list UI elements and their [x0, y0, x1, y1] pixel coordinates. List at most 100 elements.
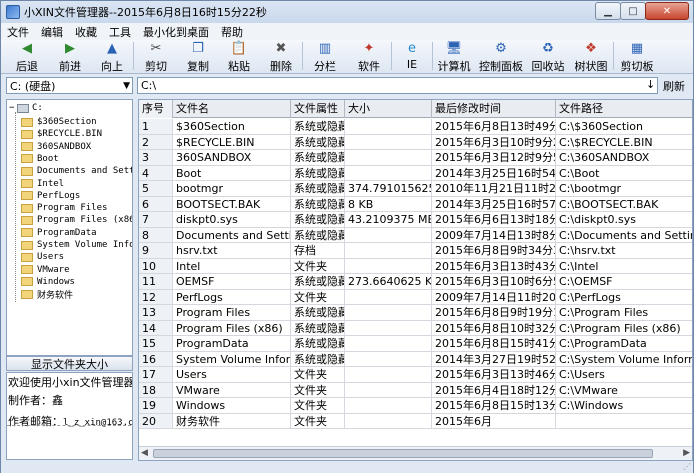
cell-path: C:\OEMSF	[556, 274, 692, 290]
cell-attribute: 系统或隐藏	[291, 274, 345, 290]
toolbar-button-tree-view[interactable]: ❖ 树状图	[569, 40, 613, 73]
tree-item[interactable]: ProgramData	[21, 227, 97, 239]
toolbar-button-forward-arrow[interactable]: ▶ 前进	[49, 40, 91, 73]
tree-item[interactable]: PerfLogs	[21, 190, 80, 202]
toolbar-button-clipboard[interactable]: ▦ 剪切板	[614, 40, 660, 73]
cell-modified: 2015年6月3日10时6分55秒	[432, 274, 556, 290]
file-grid[interactable]: 序号 文件名 文件属性 大小 最后修改时间 文件路径 1 $360Section 系…	[138, 99, 693, 461]
tree-item[interactable]: Program Files	[21, 202, 107, 214]
menu-help[interactable]: 帮助	[215, 24, 249, 40]
toolbar-button-paste[interactable]: 📋 粘贴	[218, 40, 260, 73]
column-header-number[interactable]: 序号	[139, 100, 173, 118]
tree-item[interactable]: Boot	[21, 153, 59, 165]
tree-item[interactable]: Program Files (x86)	[21, 214, 132, 226]
menu-edit[interactable]: 编辑	[35, 24, 69, 40]
tree-item[interactable]: Windows	[21, 276, 75, 288]
table-row[interactable]: 14 Program Files (x86) 系统或隐藏 2015年6月8日10时32…	[139, 320, 692, 336]
tree-item[interactable]: 360SANDBOX	[21, 141, 91, 153]
menu-minimize-to-desktop[interactable]: 最小化到桌面	[137, 24, 215, 40]
table-row[interactable]: 19Windows文件夹 2015年6月8日15时13分51秒C:\Windows	[139, 398, 692, 414]
horizontal-scrollbar[interactable]: ◀ ▶	[139, 446, 692, 460]
cell-attribute: 文件夹	[291, 367, 345, 383]
table-row[interactable]: 11 OEMSF 系统或隐藏 273.6640625 KB 2015年6月3日10时6分…	[139, 274, 692, 290]
toolbar-button-software[interactable]: ✦ 软件	[347, 40, 391, 73]
toolbar-button-control-panel[interactable]: ⚙ 控制面板	[475, 40, 527, 73]
tree-item[interactable]: Users	[21, 251, 64, 263]
toolbar-button-computer[interactable]: 🖥 计算机	[433, 40, 475, 73]
title-bar[interactable]: 小XIN文件管理器--2015年6月8日16时15分22秒 ▁ □ ✕	[1, 1, 693, 23]
table-row[interactable]: 10Intel文件夹 2015年6月3日13时43分39秒C:\Intel	[139, 258, 692, 274]
menu-file[interactable]: 文件	[1, 24, 35, 40]
table-row[interactable]: 12PerfLogs文件夹 2009年7月14日11时20分8秒C:\PerfLo…	[139, 289, 692, 305]
cell-path: C:\System Volume Information	[556, 352, 692, 367]
cell-name: $360Section	[173, 119, 291, 135]
toolbar-button-scissors[interactable]: ✂ 剪切	[134, 40, 178, 73]
tree-item[interactable]: Intel	[21, 178, 64, 190]
go-arrow-icon[interactable]: ↓	[646, 78, 655, 91]
minimize-button[interactable]: ▁	[595, 2, 621, 20]
toolbar-button-columns[interactable]: ▥ 分栏	[303, 40, 347, 73]
tree-expander-icon[interactable]: −	[9, 103, 17, 113]
column-header-name[interactable]: 文件名	[173, 100, 291, 118]
menu-favorites[interactable]: 收藏	[69, 24, 103, 40]
tree-item[interactable]: Documents and Settin	[21, 165, 132, 177]
table-row[interactable]: 5bootmgr系统或隐藏374.791015625 KB2010年11月21日…	[139, 181, 692, 197]
table-row[interactable]: 1$360Section系统或隐藏 2015年6月8日13时49分35秒C:\$3…	[139, 119, 692, 135]
cell-path: C:\BOOTSECT.BAK	[556, 197, 692, 212]
table-row[interactable]: 9hsrv.txt存档 2015年6月8日9时34分30秒C:\hsrv.txt	[139, 243, 692, 259]
show-folder-size-button[interactable]: 显示文件夹大小	[6, 356, 133, 371]
table-row[interactable]: 16System Volume Informat系统或隐藏 2014年3月27日1…	[139, 351, 692, 367]
cell-attribute: 文件夹	[291, 289, 345, 305]
column-header-modified[interactable]: 最后修改时间	[432, 100, 556, 118]
cell-name: Users	[173, 367, 291, 383]
toolbar-button-delete[interactable]: ✖ 删除	[260, 40, 302, 73]
cell-modified: 2015年6月3日13时46分15秒	[432, 367, 556, 383]
refresh-button[interactable]: 刷新	[663, 78, 685, 94]
table-row[interactable]: 4Boot系统或隐藏 2014年3月25日16时54分56秒C:\Boot	[139, 165, 692, 181]
folder-tree[interactable]: − C: $360Section $RECYCLE.BIN 360SANDBOX Bo…	[6, 99, 133, 356]
cell-number: 13	[139, 305, 173, 321]
maximize-button[interactable]: □	[620, 2, 646, 20]
tree-item[interactable]: $360Section	[21, 116, 97, 128]
ie-icon: e	[408, 41, 416, 56]
toolbar-button-recycle-bin[interactable]: ♻ 回收站	[527, 40, 569, 73]
table-row[interactable]: 17Users文件夹 2015年6月3日13时46分15秒C:\Users	[139, 367, 692, 383]
table-row[interactable]: 3360SANDBOX系统或隐藏 2015年6月3日12时9分52秒C:\360S…	[139, 150, 692, 166]
toolbar-button-ie[interactable]: e IE	[392, 40, 432, 72]
table-row[interactable]: 2$RECYCLE.BIN系统或隐藏 2015年6月3日10时9分26秒C:\$R…	[139, 134, 692, 150]
cell-number: 8	[139, 227, 173, 243]
tree-item[interactable]: System Volume Inform	[21, 239, 132, 251]
cell-attribute: 存档	[291, 243, 345, 259]
table-row[interactable]: 8Documents and Settings系统或隐藏 2009年7月14日13…	[139, 227, 692, 243]
close-button[interactable]: ✕	[645, 2, 689, 20]
cell-name: Documents and Settings	[173, 227, 291, 243]
scroll-left-icon[interactable]: ◀	[141, 448, 148, 458]
table-row[interactable]: 7 diskpt0.sys 系统或隐藏 43.2109375 MB 2015年6月6日1…	[139, 212, 692, 228]
cell-number: 19	[139, 398, 173, 414]
tree-root[interactable]: − C:	[9, 103, 43, 113]
scrollbar-thumb[interactable]	[153, 449, 653, 458]
app-icon	[6, 5, 20, 19]
table-row[interactable]: 6BOOTSECT.BAK系统或隐藏8 KB2014年3月25日16时57分56…	[139, 196, 692, 212]
table-row[interactable]: 13Program Files系统或隐藏 2015年6月8日9时19分13秒C:\…	[139, 305, 692, 321]
toolbar-button-label: IE	[406, 58, 418, 71]
tree-item[interactable]: $RECYCLE.BIN	[21, 128, 102, 140]
menu-tools[interactable]: 工具	[103, 24, 137, 40]
column-header-attribute[interactable]: 文件属性	[291, 100, 345, 118]
resize-grip-icon[interactable]: ⋰	[683, 462, 691, 471]
toolbar-button-up-arrow[interactable]: ▲ 向上	[91, 40, 133, 73]
path-input[interactable]: C:\	[137, 77, 658, 94]
cell-name: VMware	[173, 382, 291, 398]
tree-item[interactable]: 财务软件	[21, 288, 73, 301]
table-row[interactable]: 15ProgramData系统或隐藏 2015年6月8日15时41分37秒C:\P…	[139, 336, 692, 352]
drive-select[interactable]: C: (硬盘) ▼	[6, 77, 133, 94]
toolbar-button-back-arrow[interactable]: ◀ 后退	[5, 40, 49, 73]
table-row[interactable]: 18VMware文件夹 2015年6月4日18时12分22秒C:\VMware	[139, 382, 692, 398]
scroll-right-icon[interactable]: ▶	[683, 448, 690, 458]
column-header-size[interactable]: 大小	[345, 100, 432, 118]
table-row[interactable]: 20 财务软件 文件夹 2015年6月	[139, 413, 692, 429]
tree-item[interactable]: VMware	[21, 264, 70, 276]
cell-attribute: 文件夹	[291, 258, 345, 274]
toolbar-button-copy[interactable]: ❐ 复制	[178, 40, 218, 73]
column-header-path[interactable]: 文件路径	[556, 100, 692, 118]
